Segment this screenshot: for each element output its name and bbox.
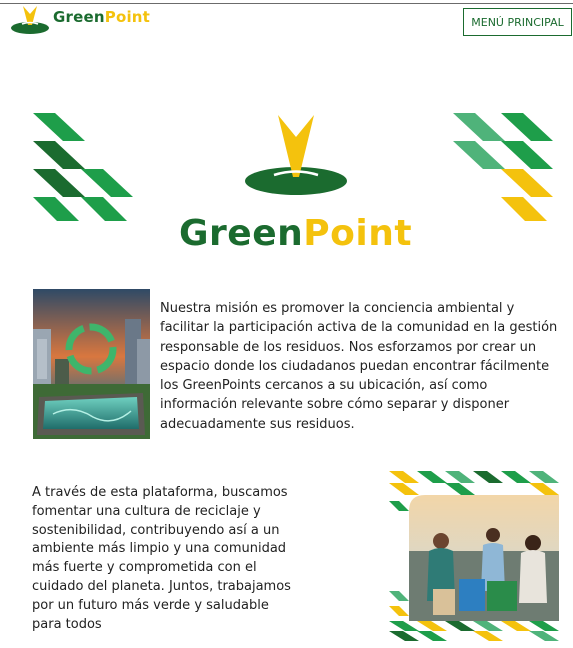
hero-title-yellow: Point	[303, 213, 413, 254]
volunteers-recycling-image	[389, 471, 559, 641]
nav-brand[interactable]: GreenPoint	[53, 8, 150, 26]
brand-green-part: Green	[53, 8, 105, 26]
mission-paragraph: Nuestra misión es promover la conciencia…	[160, 301, 558, 432]
top-border-line	[0, 3, 573, 4]
main-menu-button[interactable]: MENÚ PRINCIPAL	[463, 8, 572, 36]
right-decorative-pattern	[453, 113, 553, 221]
brand-yellow-part: Point	[104, 8, 151, 26]
hero-logo-icon	[245, 115, 347, 195]
greenpoint-logo-icon[interactable]	[9, 4, 51, 34]
left-decorative-pattern	[33, 113, 133, 221]
platform-paragraph: A través de esta plataforma, buscamos fo…	[32, 485, 291, 632]
hero-title: GreenPoint	[0, 213, 573, 254]
recycling-city-image	[33, 289, 150, 439]
hero-title-green: Green	[178, 213, 304, 254]
